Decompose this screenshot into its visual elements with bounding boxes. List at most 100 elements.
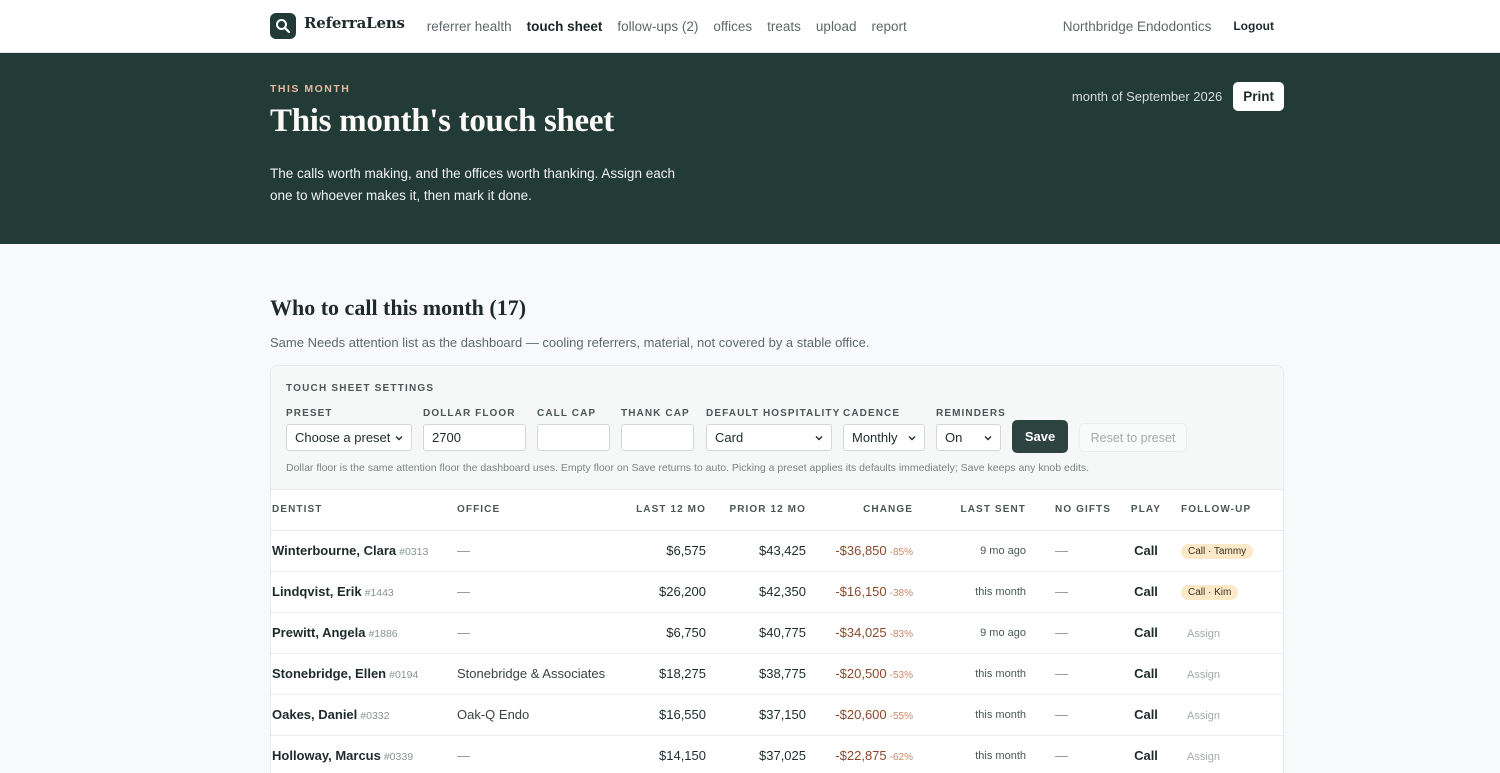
preset-field: PRESET Choose a preset: [286, 408, 412, 451]
brand[interactable]: ReferraLens: [270, 13, 405, 39]
save-button[interactable]: Save: [1012, 420, 1068, 453]
assign-link[interactable]: Assign: [1181, 710, 1220, 722]
col-last-sent[interactable]: LAST SENT: [913, 490, 1026, 531]
touch-sheet-settings: TOUCH SHEET SETTINGS PRESET Choose a pre…: [271, 366, 1283, 490]
dentist-cell[interactable]: Holloway, Marcus #0339: [271, 735, 457, 773]
last-12-mo-cell: $6,750: [617, 612, 706, 654]
last-12-mo-cell: $6,575: [617, 530, 706, 572]
preset-label: PRESET: [286, 408, 333, 419]
table-row[interactable]: Holloway, Marcus #0339 — $14,150 $37,025 …: [271, 735, 1283, 773]
col-play[interactable]: PLAY: [1115, 490, 1177, 531]
play-cell[interactable]: Call: [1115, 653, 1177, 695]
dentist-name[interactable]: Stonebridge, Ellen: [272, 666, 386, 681]
nav-link-follow-ups-2[interactable]: follow-ups (2): [617, 19, 698, 34]
nav-link-treats[interactable]: treats: [767, 19, 801, 34]
nav-link-report[interactable]: report: [871, 19, 906, 34]
dentist-name[interactable]: Lindqvist, Erik: [272, 584, 362, 599]
chevron-down-icon: [815, 436, 823, 441]
prior-12-mo-cell: $37,150: [706, 694, 806, 736]
dentist-name[interactable]: Holloway, Marcus: [272, 748, 381, 763]
follow-up-chip[interactable]: Call · Tammy: [1181, 544, 1254, 559]
dentist-cell[interactable]: Stonebridge, Ellen #0194: [271, 653, 457, 695]
col-office[interactable]: OFFICE: [457, 490, 617, 531]
nav-link-referrer-health[interactable]: referrer health: [427, 19, 512, 34]
change-amount: -$34,025: [835, 625, 887, 640]
table-row[interactable]: Stonebridge, Ellen #0194 Stonebridge & As…: [271, 653, 1283, 695]
no-gifts-cell: —: [1026, 571, 1115, 613]
nav-links: referrer health touch sheet follow-ups (2)…: [427, 19, 907, 34]
follow-up-cell: Call · Kim: [1177, 571, 1283, 613]
dentist-name[interactable]: Oakes, Daniel: [272, 707, 357, 722]
thank-cap-label: THANK CAP: [621, 408, 690, 419]
follow-up-cell: Assign: [1177, 653, 1283, 695]
hospitality-select[interactable]: Card: [706, 424, 832, 451]
dentist-name[interactable]: Winterbourne, Clara: [272, 543, 396, 558]
change-cell: -$22,875 -62%: [806, 735, 913, 773]
table-row[interactable]: Oakes, Daniel #0332 Oak-Q Endo $16,550 $3…: [271, 694, 1283, 736]
dollar-floor-input[interactable]: 2700: [423, 424, 526, 451]
play-cell[interactable]: Call: [1115, 612, 1177, 654]
practice-name[interactable]: Northbridge Endodontics: [1063, 19, 1212, 34]
col-last-12-mo[interactable]: LAST 12 MO: [617, 490, 706, 531]
change-cell: -$16,150 -38%: [806, 571, 913, 613]
dentist-id: #1886: [368, 628, 398, 640]
table-row[interactable]: Prewitt, Angela #1886 — $6,750 $40,775 -$…: [271, 612, 1283, 654]
assign-link[interactable]: Assign: [1181, 669, 1220, 681]
settings-title: TOUCH SHEET SETTINGS: [286, 383, 435, 394]
nav-link-upload[interactable]: upload: [816, 19, 857, 34]
office-cell: —: [457, 571, 617, 613]
last-sent-cell: this month: [913, 571, 1026, 613]
dentist-cell[interactable]: Prewitt, Angela #1886: [271, 612, 457, 654]
settings-help-text: Dollar floor is the same attention floor…: [286, 462, 1090, 474]
change-cell: -$36,850 -85%: [806, 530, 913, 572]
assign-link[interactable]: Assign: [1181, 628, 1220, 640]
dentist-cell[interactable]: Winterbourne, Clara #0313: [271, 530, 457, 572]
no-gifts-cell: —: [1026, 735, 1115, 773]
col-dentist[interactable]: DENTIST: [271, 490, 457, 531]
follow-up-chip[interactable]: Call · Kim: [1181, 585, 1239, 600]
col-change[interactable]: CHANGE: [806, 490, 913, 531]
section-title: Who to call this month (17): [270, 295, 527, 320]
chevron-down-icon: [908, 436, 916, 441]
reminders-select[interactable]: On: [936, 424, 1001, 451]
preset-select[interactable]: Choose a preset: [286, 424, 412, 451]
prior-12-mo-cell: $37,025: [706, 735, 806, 773]
hospitality-field: DEFAULT HOSPITALITY Card: [706, 408, 840, 451]
dentist-name[interactable]: Prewitt, Angela: [272, 625, 365, 640]
change-amount: -$20,600: [835, 707, 887, 722]
call-cap-input[interactable]: [537, 424, 610, 451]
hero-eyebrow: THIS MONTH: [270, 83, 351, 95]
change-percent: -62%: [889, 752, 913, 763]
assign-link[interactable]: Assign: [1181, 751, 1220, 763]
col-no-gifts[interactable]: NO GIFTS: [1026, 490, 1115, 531]
prior-12-mo-cell: $43,425: [706, 530, 806, 572]
brand-name: ReferraLens: [304, 14, 405, 32]
change-amount: -$22,875: [835, 748, 887, 763]
last-12-mo-cell: $14,150: [617, 735, 706, 773]
print-button[interactable]: Print: [1233, 82, 1284, 111]
cadence-select[interactable]: Monthly: [843, 424, 925, 451]
nav-link-touch-sheet[interactable]: touch sheet: [527, 19, 603, 34]
col-follow-up[interactable]: FOLLOW-UP: [1177, 490, 1283, 531]
nav-link-offices[interactable]: offices: [713, 19, 752, 34]
reset-to-preset-button[interactable]: Reset to preset: [1079, 423, 1187, 452]
dentist-id: #0194: [389, 669, 419, 681]
play-cell[interactable]: Call: [1115, 694, 1177, 736]
dentist-cell[interactable]: Oakes, Daniel #0332: [271, 694, 457, 736]
dentist-cell[interactable]: Lindqvist, Erik #1443: [271, 571, 457, 613]
dollar-floor-label: DOLLAR FLOOR: [423, 408, 516, 419]
logout-link[interactable]: Logout: [1233, 19, 1274, 33]
change-cell: -$20,500 -53%: [806, 653, 913, 695]
col-prior-12-mo[interactable]: PRIOR 12 MO: [706, 490, 806, 531]
table-row[interactable]: Lindqvist, Erik #1443 — $26,200 $42,350 -…: [271, 571, 1283, 613]
follow-up-cell: Assign: [1177, 735, 1283, 773]
last-sent-cell: this month: [913, 694, 1026, 736]
play-cell[interactable]: Call: [1115, 735, 1177, 773]
thank-cap-input[interactable]: [621, 424, 694, 451]
play-cell[interactable]: Call: [1115, 571, 1177, 613]
play-cell[interactable]: Call: [1115, 530, 1177, 572]
office-cell: Stonebridge & Associates: [457, 653, 617, 695]
dentist-id: #0339: [383, 751, 414, 763]
reminders-label: REMINDERS: [936, 408, 1006, 419]
table-row[interactable]: Winterbourne, Clara #0313 — $6,575 $43,42…: [271, 530, 1283, 572]
